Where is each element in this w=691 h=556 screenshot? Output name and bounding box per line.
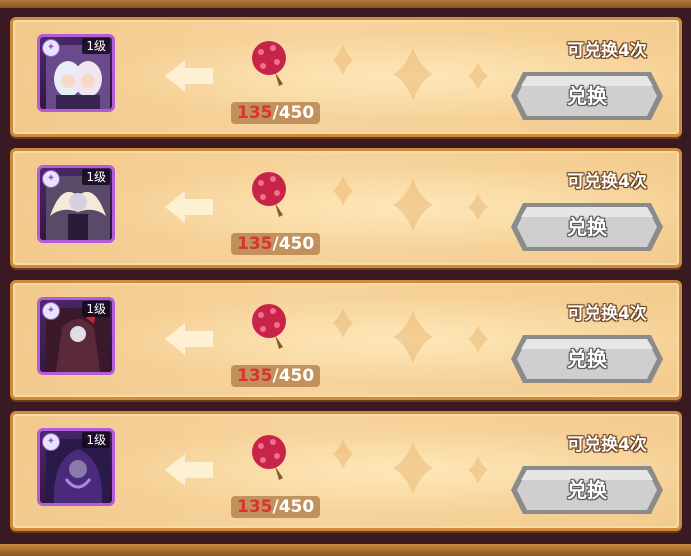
material-fruit-icon	[252, 435, 286, 480]
sparkle-decoration	[333, 308, 488, 363]
level-badge: 1级	[82, 38, 110, 54]
arrow-left-icon	[165, 60, 213, 92]
sparkle-decoration	[333, 45, 488, 100]
exchange-button[interactable]: 兑换	[509, 333, 665, 385]
exchange-limit-text: 可兑换4次	[567, 172, 647, 192]
material-fruit-icon	[252, 304, 286, 349]
arrow-left-icon	[165, 191, 213, 223]
material-count: 135/450	[231, 233, 321, 255]
exchange-button[interactable]: 兑换	[509, 70, 665, 122]
level-badge: 1级	[82, 169, 110, 185]
exchange-button[interactable]: 兑换	[509, 464, 665, 516]
material-count: 135/450	[231, 365, 321, 387]
exchange-row: ✦ 1级 135/450 可兑换4次 兑换	[10, 17, 682, 137]
material-fruit-icon	[252, 172, 286, 217]
level-badge: 1级	[82, 432, 110, 448]
hero-portrait[interactable]: ✦ 1级	[37, 297, 115, 375]
exchange-button-label: 兑换	[567, 347, 607, 371]
hero-portrait[interactable]: ✦ 1级	[37, 428, 115, 506]
star-icon: ✦	[42, 302, 60, 320]
level-badge: 1级	[82, 301, 110, 317]
star-icon: ✦	[42, 433, 60, 451]
sparkle-decoration	[333, 176, 488, 231]
exchange-row: ✦ 1级 135/450 可兑换4次 兑换	[10, 411, 682, 531]
exchange-button-label: 兑换	[567, 215, 607, 239]
exchange-row: ✦ 1级 135/450 可兑换4次 兑换	[10, 280, 682, 400]
exchange-row: ✦ 1级 135/450 可兑换4次 兑换	[10, 148, 682, 268]
exchange-limit-text: 可兑换4次	[567, 435, 647, 455]
exchange-button-label: 兑换	[567, 478, 607, 502]
exchange-limit-text: 可兑换4次	[567, 41, 647, 61]
material-count: 135/450	[231, 102, 321, 124]
material-fruit-icon	[252, 41, 286, 86]
star-icon: ✦	[42, 170, 60, 188]
arrow-left-icon	[165, 454, 213, 486]
hero-portrait[interactable]: ✦ 1级	[37, 34, 115, 112]
sparkle-decoration	[333, 439, 488, 494]
material-count: 135/450	[231, 496, 321, 518]
top-partial-row	[0, 0, 691, 8]
exchange-limit-text: 可兑换4次	[567, 304, 647, 324]
exchange-button-label: 兑换	[567, 84, 607, 108]
bottom-partial-row	[0, 544, 691, 556]
hero-portrait[interactable]: ✦ 1级	[37, 165, 115, 243]
exchange-button[interactable]: 兑换	[509, 201, 665, 253]
star-icon: ✦	[42, 39, 60, 57]
arrow-left-icon	[165, 323, 213, 355]
